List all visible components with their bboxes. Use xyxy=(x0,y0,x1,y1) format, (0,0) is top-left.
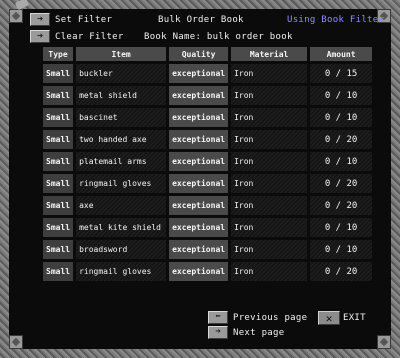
cell-material: Iron xyxy=(231,174,308,193)
cell-material: Iron xyxy=(231,108,308,127)
book-name: Book Name: bulk order book xyxy=(144,32,293,42)
cell-type: Small xyxy=(43,130,74,149)
table-header-row: Type Item Quality Material Amount xyxy=(43,47,373,61)
cell-material: Iron xyxy=(231,218,308,237)
exit-button[interactable]: ✕ xyxy=(318,311,340,325)
arrow-right-icon: ➜ xyxy=(36,13,44,25)
column-header-quality: Quality xyxy=(169,47,229,61)
cell-quality: exceptional xyxy=(169,262,229,281)
cell-quality: exceptional xyxy=(169,108,229,127)
cell-type: Small xyxy=(43,240,74,259)
cell-amount: 0 / 10 xyxy=(310,152,373,171)
cell-amount: 0 / 10 xyxy=(310,218,373,237)
table-row: Small buckler exceptional Iron 0 / 15 xyxy=(43,64,373,83)
cell-item: bascinet xyxy=(76,108,167,127)
exit-label: EXIT xyxy=(343,313,366,323)
table-row: Small bascinet exceptional Iron 0 / 10 xyxy=(43,108,373,127)
bulk-order-table: Type Item Quality Material Amount Small … xyxy=(40,44,375,284)
cell-item: metal kite shield xyxy=(76,218,167,237)
frame-corner xyxy=(9,9,23,23)
cell-amount: 0 / 10 xyxy=(310,108,373,127)
cell-type: Small xyxy=(43,262,74,281)
cell-quality: exceptional xyxy=(169,196,229,215)
cell-type: Small xyxy=(43,86,74,105)
cell-quality: exceptional xyxy=(169,152,229,171)
cell-amount: 0 / 20 xyxy=(310,196,373,215)
cell-item: broadsword xyxy=(76,240,167,259)
column-header-type: Type xyxy=(43,47,74,61)
table-row: Small broadsword exceptional Iron 0 / 10 xyxy=(43,240,373,259)
table-row: Small ringmail gloves exceptional Iron 0… xyxy=(43,174,373,193)
cell-item: axe xyxy=(76,196,167,215)
arrow-left-icon: ⬅ xyxy=(215,312,221,322)
set-filter-label: Set Filter xyxy=(55,15,113,25)
cell-item: buckler xyxy=(76,64,167,83)
next-page-button[interactable]: ➜ xyxy=(208,326,228,339)
table-row: Small metal kite shield exceptional Iron… xyxy=(43,218,373,237)
arrow-right-icon: ➜ xyxy=(36,30,44,42)
cell-amount: 0 / 20 xyxy=(310,130,373,149)
cell-quality: exceptional xyxy=(169,64,229,83)
cell-item: ringmail gloves xyxy=(76,262,167,281)
cell-type: Small xyxy=(43,64,74,83)
cell-item: metal shield xyxy=(76,86,167,105)
filter-status: Using Book Filter xyxy=(287,15,385,25)
cell-type: Small xyxy=(43,196,74,215)
cell-amount: 0 / 20 xyxy=(310,174,373,193)
next-page-label: Next page xyxy=(233,328,285,338)
cell-item: platemail arms xyxy=(76,152,167,171)
table-row: Small two handed axe exceptional Iron 0 … xyxy=(43,130,373,149)
cell-material: Iron xyxy=(231,152,308,171)
table-row: Small metal shield exceptional Iron 0 / … xyxy=(43,86,373,105)
column-header-item: Item xyxy=(76,47,167,61)
column-header-amount: Amount xyxy=(310,47,373,61)
cell-quality: exceptional xyxy=(169,174,229,193)
cell-quality: exceptional xyxy=(169,130,229,149)
cell-type: Small xyxy=(43,108,74,127)
cell-material: Iron xyxy=(231,86,308,105)
clear-filter-button[interactable]: ➜ xyxy=(30,30,50,43)
cell-type: Small xyxy=(43,174,74,193)
cell-quality: exceptional xyxy=(169,218,229,237)
clear-filter-label: Clear Filter xyxy=(55,32,124,42)
frame-corner xyxy=(377,335,391,349)
cell-item: two handed axe xyxy=(76,130,167,149)
column-header-material: Material xyxy=(231,47,308,61)
set-filter-button[interactable]: ➜ xyxy=(30,13,50,26)
cell-material: Iron xyxy=(231,240,308,259)
previous-page-label: Previous page xyxy=(233,313,308,323)
close-icon: ✕ xyxy=(325,311,333,325)
cell-amount: 0 / 15 xyxy=(310,64,373,83)
cell-material: Iron xyxy=(231,196,308,215)
arrow-right-icon: ➜ xyxy=(215,327,221,337)
cell-amount: 0 / 10 xyxy=(310,240,373,259)
cell-type: Small xyxy=(43,152,74,171)
cell-material: Iron xyxy=(231,262,308,281)
cell-quality: exceptional xyxy=(169,86,229,105)
table-row: Small platemail arms exceptional Iron 0 … xyxy=(43,152,373,171)
frame-corner xyxy=(9,335,23,349)
cell-amount: 0 / 10 xyxy=(310,86,373,105)
page-title: Bulk Order Book xyxy=(158,15,244,25)
table-row: Small ringmail gloves exceptional Iron 0… xyxy=(43,262,373,281)
cell-amount: 0 / 20 xyxy=(310,262,373,281)
cell-type: Small xyxy=(43,218,74,237)
previous-page-button[interactable]: ⬅ xyxy=(208,311,228,324)
cell-quality: exceptional xyxy=(169,240,229,259)
cell-material: Iron xyxy=(231,130,308,149)
cell-material: Iron xyxy=(231,64,308,83)
cell-item: ringmail gloves xyxy=(76,174,167,193)
table-row: Small axe exceptional Iron 0 / 20 xyxy=(43,196,373,215)
